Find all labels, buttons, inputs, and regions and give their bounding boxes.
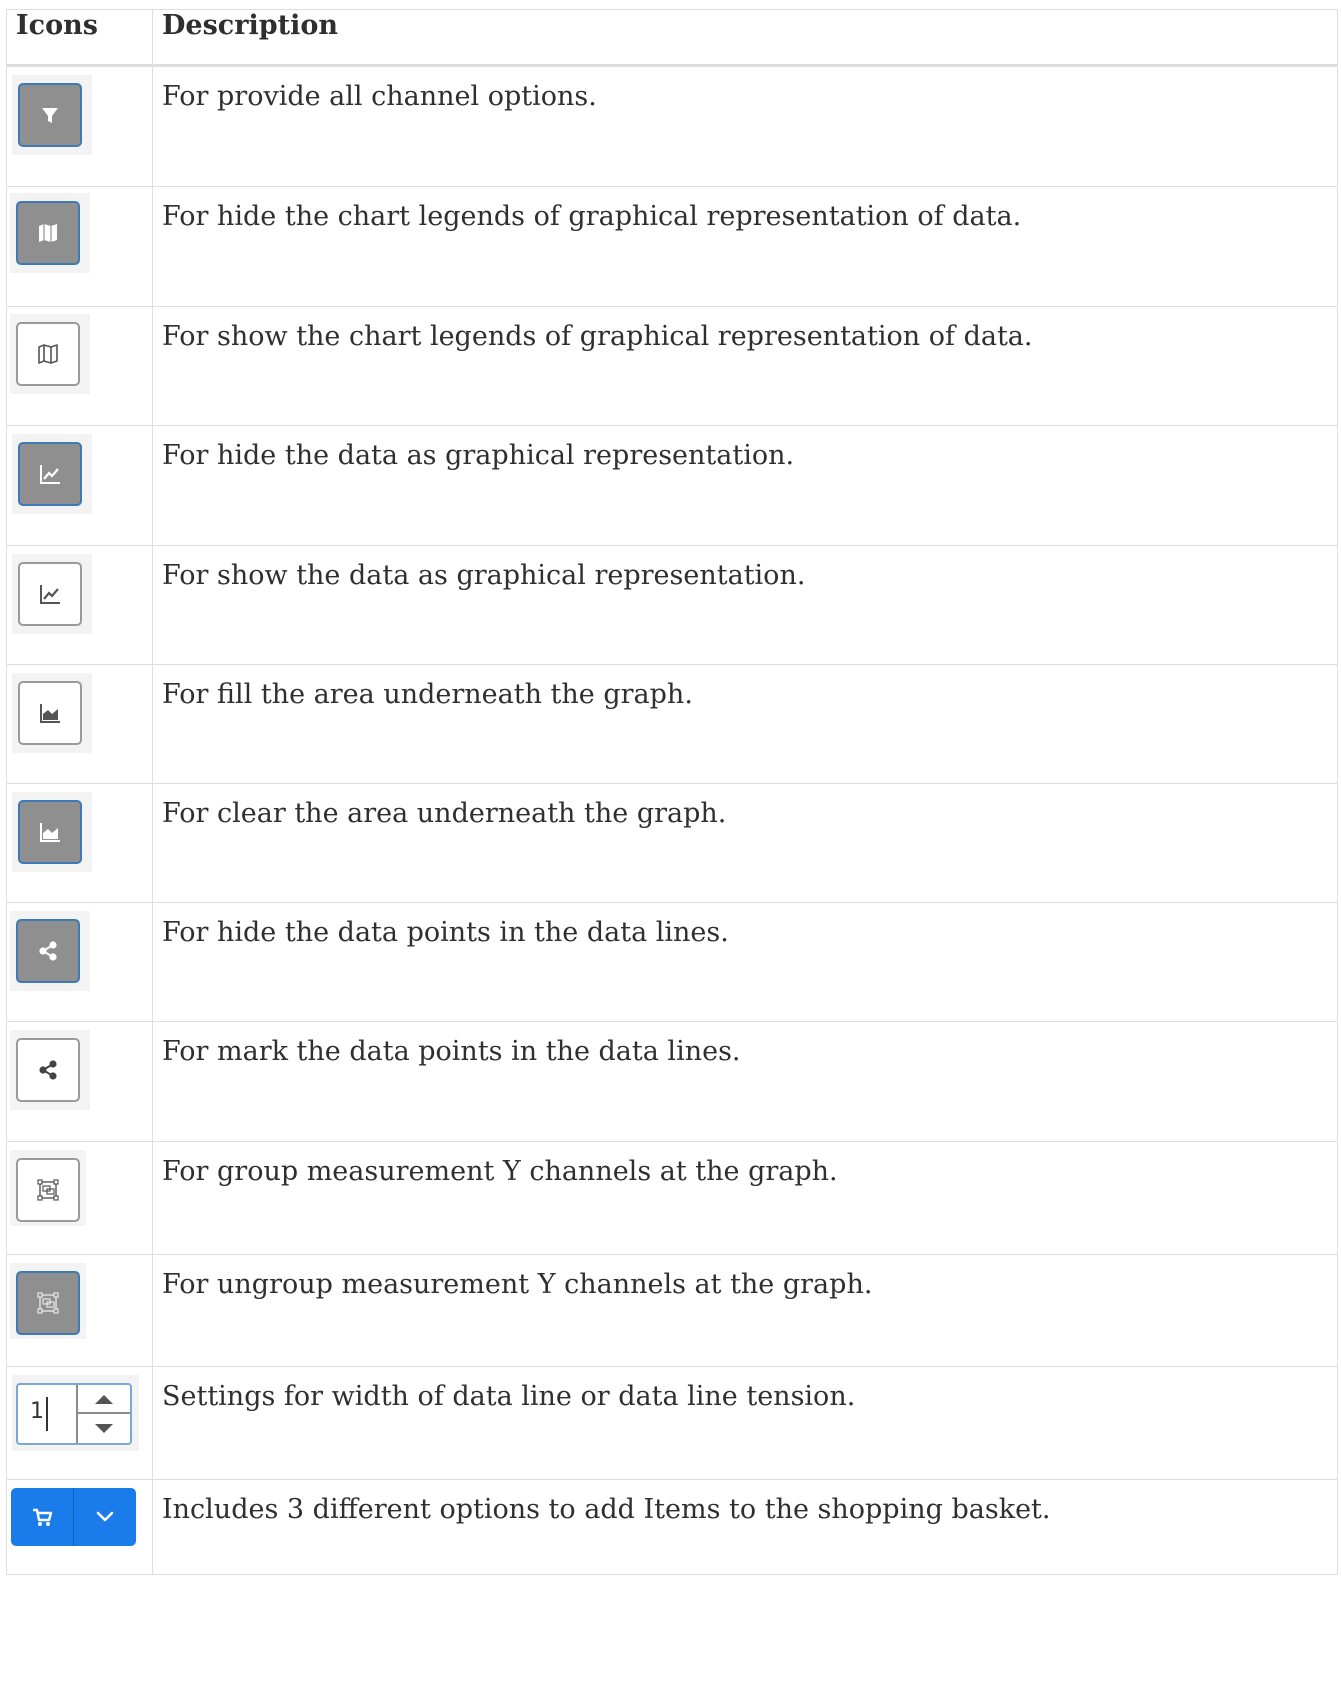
row-description: For show the chart legends of graphical … (152, 306, 1338, 426)
icon-cell (6, 186, 153, 307)
share-nodes-icon (39, 1060, 57, 1080)
table-row: Includes 3 different options to add Item… (6, 1479, 1338, 1575)
table-row: For ungroup measurement Y channels at th… (6, 1254, 1338, 1367)
hide-points-button[interactable] (16, 919, 80, 983)
table-row: For fill the area underneath the graph. (6, 664, 1338, 784)
icon-cell: 1 (6, 1366, 153, 1480)
text-caret (46, 1397, 48, 1431)
row-description: For hide the chart legends of graphical … (152, 186, 1338, 307)
cart-split-button (11, 1488, 136, 1546)
stepper-up-button[interactable] (78, 1385, 130, 1414)
line-chart-icon (40, 585, 60, 604)
filter-button[interactable] (18, 83, 82, 147)
table-row: For hide the chart legends of graphical … (6, 186, 1338, 307)
icon-cell (6, 1141, 153, 1255)
icon-cell (6, 1254, 153, 1367)
row-description: For clear the area underneath the graph. (152, 783, 1338, 903)
row-description: Settings for width of data line or data … (152, 1366, 1338, 1480)
map-outline-icon (38, 344, 58, 364)
show-data-button[interactable] (18, 562, 82, 626)
icon-cell (6, 1021, 153, 1142)
chevron-down-icon (96, 1511, 114, 1522)
table-row: For hide the data as graphical represent… (6, 425, 1338, 546)
stepper-value[interactable]: 1 (30, 1399, 44, 1424)
mark-points-button[interactable] (16, 1038, 80, 1102)
row-description: For group measurement Y channels at the … (152, 1141, 1338, 1255)
icon-cell (6, 545, 153, 665)
icon-cell (6, 664, 153, 784)
stepper-down-button[interactable] (78, 1414, 130, 1443)
hide-legend-button[interactable] (16, 201, 80, 265)
header-icons: Icons (6, 9, 153, 67)
icon-cell (6, 783, 153, 903)
show-legend-button[interactable] (16, 322, 80, 386)
icon-cell (6, 306, 153, 426)
row-description: For hide the data as graphical represent… (152, 425, 1338, 546)
fill-area-button[interactable] (18, 681, 82, 745)
table-row: For hide the data points in the data lin… (6, 902, 1338, 1022)
line-width-stepper[interactable]: 1 (16, 1383, 132, 1445)
header-description: Description (152, 9, 1338, 67)
line-chart-icon (40, 465, 60, 484)
map-filled-icon (39, 224, 57, 242)
row-description: For mark the data points in the data lin… (152, 1021, 1338, 1142)
area-chart-icon (40, 704, 60, 723)
cart-options-dropdown[interactable] (73, 1488, 136, 1546)
icon-cell (6, 65, 153, 187)
table-row: 1 Settings for width of data line or dat… (6, 1366, 1338, 1480)
row-description: For provide all channel options. (152, 65, 1338, 187)
table-row: For show the data as graphical represent… (6, 545, 1338, 665)
table-header-row: Icons Description (6, 9, 1338, 67)
icons-description-table: Icons Description For provide all channe… (6, 9, 1338, 1575)
table-row: For clear the area underneath the graph. (6, 783, 1338, 903)
row-description: Includes 3 different options to add Item… (152, 1479, 1338, 1575)
icon-cell (6, 1479, 153, 1575)
hide-data-button[interactable] (18, 442, 82, 506)
ungroup-channels-button[interactable] (16, 1271, 80, 1335)
caret-up-icon (95, 1394, 113, 1404)
add-to-cart-button[interactable] (11, 1488, 73, 1546)
row-description: For fill the area underneath the graph. (152, 664, 1338, 784)
row-description: For ungroup measurement Y channels at th… (152, 1254, 1338, 1367)
caret-down-icon (95, 1423, 113, 1433)
area-chart-icon (40, 823, 60, 842)
icon-cell (6, 902, 153, 1022)
ungroup-objects-icon (37, 1292, 59, 1314)
table-row: For provide all channel options. (6, 65, 1338, 187)
table-row: For show the chart legends of graphical … (6, 306, 1338, 426)
group-objects-icon (37, 1179, 59, 1201)
row-description: For hide the data points in the data lin… (152, 902, 1338, 1022)
cart-icon (33, 1508, 53, 1526)
filter-icon (42, 108, 58, 123)
icon-cell (6, 425, 153, 546)
clear-area-button[interactable] (18, 800, 82, 864)
table-row: For group measurement Y channels at the … (6, 1141, 1338, 1255)
row-description: For show the data as graphical represent… (152, 545, 1338, 665)
group-channels-button[interactable] (16, 1158, 80, 1222)
share-nodes-icon (39, 941, 57, 961)
table-row: For mark the data points in the data lin… (6, 1021, 1338, 1142)
